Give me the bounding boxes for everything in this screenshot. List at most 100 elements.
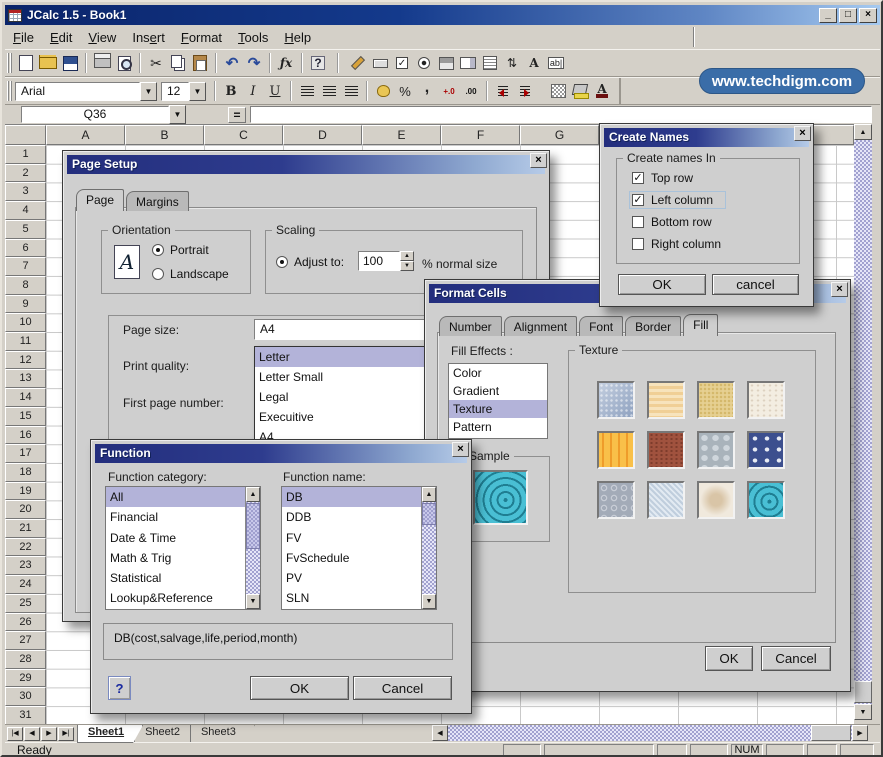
texture-weave-blue[interactable] [647,481,685,519]
cancel-button[interactable]: Cancel [353,676,452,700]
help-button[interactable]: ? [108,676,131,700]
sheet-tab[interactable]: Sheet3 [190,725,255,743]
row-header[interactable]: 10 [5,313,46,332]
close-button[interactable]: × [859,8,877,23]
row-header[interactable]: 2 [5,164,46,183]
equals-button[interactable]: = [228,107,246,123]
close-icon[interactable]: × [452,442,469,457]
align-left-icon[interactable] [296,80,318,102]
radio-control-icon[interactable] [413,52,435,74]
italic-icon[interactable]: I [242,80,264,102]
listbox-control-icon[interactable] [479,52,501,74]
fill-color-icon[interactable] [569,80,591,102]
checkbox[interactable] [632,194,644,206]
print-preview-icon[interactable] [113,52,135,74]
row-header[interactable]: 21 [5,519,46,538]
font-color-icon[interactable]: A [591,80,613,102]
format-cells-tab[interactable]: Alignment [504,316,577,336]
orientation-option[interactable]: Portrait [152,243,209,257]
scroll-right-icon[interactable]: ▶ [852,725,868,741]
fill-effect-option[interactable]: Gradient [449,382,547,400]
row-header[interactable]: 26 [5,613,46,632]
close-icon[interactable]: × [831,282,848,297]
texture-swirl-teal[interactable] [747,481,785,519]
scroll-thumb[interactable] [422,503,436,525]
pattern-icon[interactable] [547,80,569,102]
texture-wood-orange[interactable] [597,431,635,469]
row-header[interactable]: 3 [5,182,46,201]
format-cells-tab[interactable]: Font [579,316,623,336]
vertical-scrollbar[interactable]: ▲ ▼ [854,124,872,720]
scroll-up-icon[interactable]: ▲ [854,124,872,140]
sheet-tab[interactable]: Sheet2 [134,725,199,743]
create-names-option[interactable]: Left column [629,191,726,209]
menu-item[interactable]: Tools [230,27,276,48]
window-titlebar[interactable]: JCalc 1.5 - Book1 _ □ × [5,5,880,25]
scroll-down-icon[interactable]: ▼ [854,704,872,720]
list-scrollbar[interactable]: ▲ ▼ [421,487,436,609]
row-header[interactable]: 17 [5,444,46,463]
cancel-button[interactable]: Cancel [761,646,831,671]
row-header[interactable]: 22 [5,538,46,557]
toolbar-grip[interactable] [7,81,12,101]
draw-icon[interactable] [347,52,369,74]
function-category-option[interactable]: Math & Trig [106,548,245,568]
font-size-combo[interactable]: 12 ▼ [161,82,206,101]
texture-starburst-cream[interactable] [697,481,735,519]
comma-icon[interactable]: , [416,80,438,102]
spinner-down-icon[interactable]: ▼ [400,261,414,271]
texture-sand-tan[interactable] [697,381,735,419]
help-icon[interactable]: ? [307,52,329,74]
scale-spinner[interactable]: ▲▼ [400,251,414,271]
scroll-thumb[interactable] [246,503,260,549]
spinner-control-icon[interactable]: ⇅ [501,52,523,74]
radio-icon[interactable] [152,268,164,280]
page-setup-tab[interactable]: Page [76,189,124,211]
row-header[interactable]: 30 [5,687,46,706]
row-header[interactable]: 29 [5,669,46,688]
row-header[interactable]: 5 [5,220,46,239]
ok-button[interactable]: OK [618,274,706,295]
function-category-option[interactable]: All [106,487,245,507]
fill-effect-option[interactable]: Texture [449,400,547,418]
increase-indent-icon[interactable] [514,80,536,102]
close-icon[interactable]: × [794,126,811,141]
row-header[interactable]: 25 [5,594,46,613]
function-category-option[interactable]: Lookup&Reference [106,588,245,608]
row-header[interactable]: 13 [5,369,46,388]
row-header[interactable]: 6 [5,239,46,258]
radio-icon[interactable] [276,256,288,268]
scale-value-input[interactable]: 100 [358,251,400,271]
prev-sheet-button[interactable]: ◀ [24,727,40,741]
function-name-option[interactable]: PV [282,568,421,588]
texture-stucco-blue[interactable] [597,381,635,419]
print-icon[interactable] [91,52,113,74]
row-header[interactable]: 11 [5,332,46,351]
align-center-icon[interactable] [318,80,340,102]
ok-button[interactable]: OK [250,676,349,700]
new-document-icon[interactable] [15,52,37,74]
insert-function-icon[interactable]: ƒx [275,52,297,74]
checkbox[interactable] [632,172,644,184]
checkbox[interactable] [632,238,644,250]
row-header[interactable]: 20 [5,500,46,519]
function-category-option[interactable]: Date & Time [106,528,245,548]
menu-item[interactable]: Format [173,27,230,48]
row-header[interactable]: 9 [5,295,46,314]
checkbox[interactable] [632,216,644,228]
row-header[interactable]: 4 [5,201,46,220]
fill-effect-option[interactable]: Color [449,364,547,382]
vertical-scroll-thumb[interactable] [854,681,872,703]
texture-stripes-cream[interactable] [647,381,685,419]
row-header[interactable]: 12 [5,351,46,370]
formula-input[interactable] [250,106,872,123]
currency-icon[interactable] [372,80,394,102]
align-right-icon[interactable] [340,80,362,102]
scroll-left-icon[interactable]: ◀ [432,725,448,741]
menu-item[interactable]: Edit [42,27,80,48]
function-name-option[interactable]: DDB [282,507,421,527]
row-header[interactable]: 19 [5,482,46,501]
menu-item[interactable]: Help [276,27,319,48]
row-header[interactable]: 14 [5,388,46,407]
button-control-icon[interactable] [369,52,391,74]
